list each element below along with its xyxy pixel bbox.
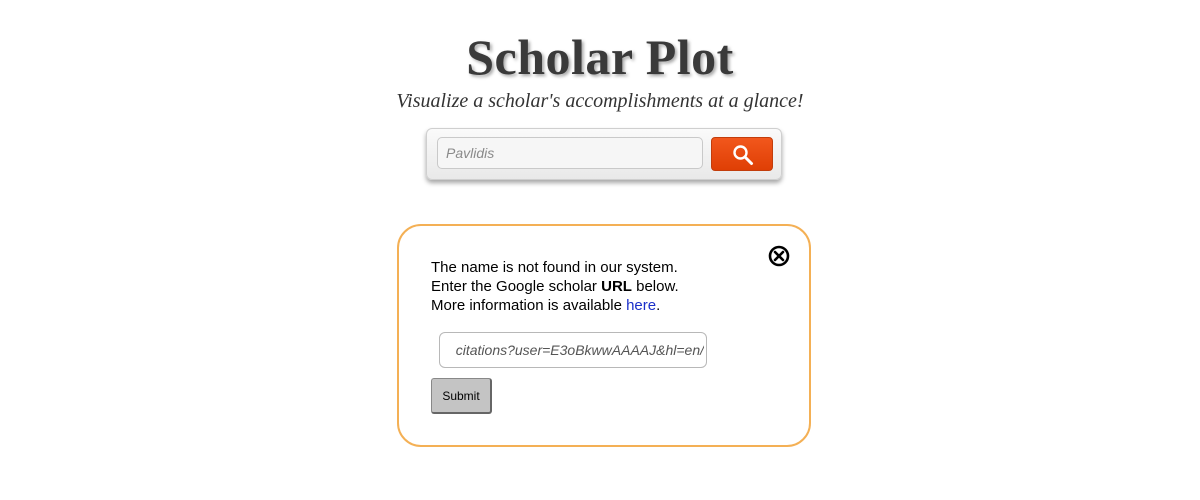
message-line-1: The name is not found in our system. bbox=[431, 259, 678, 276]
search-input[interactable] bbox=[437, 137, 703, 169]
search-bar bbox=[426, 128, 782, 180]
search-icon bbox=[733, 145, 753, 165]
message-line-3: More information is available here. bbox=[431, 296, 771, 315]
message-line-2-suffix: below. bbox=[631, 278, 679, 295]
page-subtitle: Visualize a scholar's accomplishments at… bbox=[396, 90, 804, 112]
message-line-3-prefix: More information is available bbox=[431, 297, 627, 314]
here-link[interactable]: here bbox=[626, 297, 656, 314]
url-emphasis: URL bbox=[601, 278, 632, 295]
dialog-message: The name is not found in our system. Ent… bbox=[431, 258, 771, 315]
message-line-2-prefix: Enter the Google scholar bbox=[431, 278, 602, 295]
page: Scholar Plot Visualize a scholar's accom… bbox=[0, 0, 1200, 500]
scholar-url-input[interactable] bbox=[439, 332, 707, 368]
search-button[interactable] bbox=[711, 137, 773, 171]
message-line-3-suffix: . bbox=[656, 297, 661, 314]
page-title: Scholar Plot bbox=[466, 29, 734, 85]
submit-button[interactable]: Submit bbox=[431, 378, 492, 414]
name-not-found-dialog: The name is not found in our system. Ent… bbox=[397, 224, 811, 447]
message-line-2: Enter the Google scholar URL below. bbox=[431, 277, 771, 296]
